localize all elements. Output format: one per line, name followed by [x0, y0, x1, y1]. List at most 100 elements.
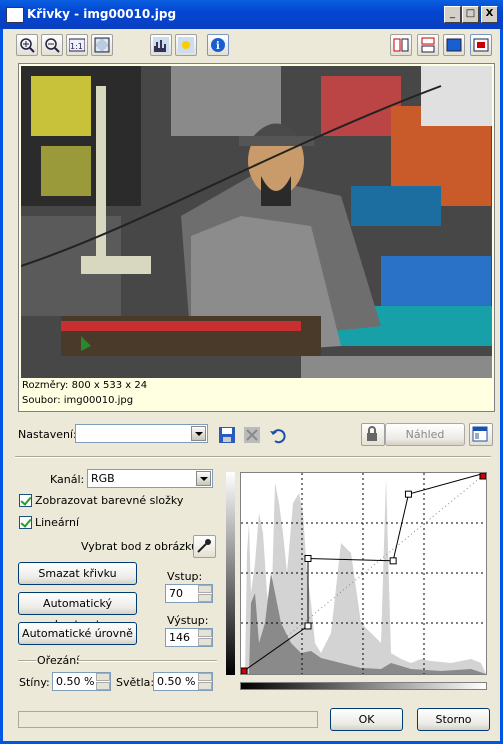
floppy-icon	[219, 427, 235, 443]
zoom-out-button[interactable]	[41, 34, 63, 56]
linear-label: Lineární	[35, 516, 80, 529]
lock-button[interactable]	[361, 423, 385, 446]
shadows-spinbox[interactable]: 0.50 %	[52, 672, 111, 691]
eyedropper-icon	[197, 539, 211, 553]
zoom-out-icon	[45, 38, 60, 53]
photo-image	[21, 66, 492, 378]
fit-window-icon	[94, 37, 110, 53]
delete-icon	[244, 427, 260, 443]
spin-down-icon[interactable]	[198, 638, 212, 646]
info-button[interactable]: i	[207, 34, 229, 56]
pick-point-button[interactable]	[193, 535, 216, 558]
window-title: Křivky - img00010.jpg	[27, 7, 177, 21]
curve-point[interactable]	[389, 557, 397, 565]
curve-point[interactable]	[304, 622, 312, 630]
maximize-button[interactable]: □	[462, 6, 479, 23]
output-gradient	[226, 472, 235, 675]
channel-label: Kanál:	[50, 473, 85, 486]
show-color-components-label: Zobrazovat barevné složky	[35, 494, 184, 507]
image-preview: Rozměry: 800 x 533 x 24 Soubor: img00010…	[18, 63, 495, 412]
spin-up-icon[interactable]	[198, 629, 212, 637]
output-label: Výstup:	[167, 614, 209, 627]
undo-settings-button[interactable]	[267, 424, 289, 446]
brightness-icon	[178, 37, 194, 53]
split-vertical-icon	[393, 38, 409, 52]
chevron-down-icon[interactable]	[191, 426, 206, 441]
spin-up-icon[interactable]	[198, 585, 212, 593]
spin-down-icon[interactable]	[96, 682, 110, 690]
channel-combo[interactable]: RGB	[87, 469, 213, 488]
curve-plot[interactable]	[241, 473, 486, 674]
pick-point-label: Vybrat bod z obrázku:	[81, 540, 202, 553]
preview-button[interactable]: Náhled	[385, 423, 465, 446]
channel-value: RGB	[91, 472, 115, 485]
clipping-label: Ořezání	[37, 654, 80, 667]
curve-point[interactable]	[404, 490, 412, 498]
split-horizontal-icon	[421, 37, 435, 53]
shadows-value: 0.50 %	[56, 675, 95, 688]
settings-label: Nastavení:	[18, 428, 77, 441]
spin-down-icon[interactable]	[198, 682, 212, 690]
spin-up-icon[interactable]	[198, 673, 212, 681]
info-icon: i	[211, 38, 225, 52]
zoom-in-button[interactable]	[16, 34, 38, 56]
title-bar[interactable]: Křivky - img00010.jpg _ □ X	[0, 0, 503, 29]
output-spinbox[interactable]: 146	[165, 628, 213, 647]
result-view-icon	[473, 38, 489, 52]
highlights-spinbox[interactable]: 0.50 %	[153, 672, 213, 691]
highlights-label: Světla:	[116, 676, 155, 689]
ok-button[interactable]: OK	[330, 708, 403, 731]
curve-point[interactable]	[304, 554, 312, 562]
split-vertical-button[interactable]	[390, 34, 412, 56]
clipping-separator-right	[77, 660, 217, 662]
settings-combo[interactable]	[75, 424, 208, 443]
spin-down-icon[interactable]	[198, 594, 212, 602]
save-settings-button[interactable]	[216, 424, 238, 446]
image-dimensions: Rozměry: 800 x 533 x 24	[22, 380, 148, 391]
actual-size-button[interactable]: 1:1	[66, 34, 88, 56]
input-gradient	[240, 682, 487, 690]
cancel-button[interactable]: Storno	[417, 708, 490, 731]
original-view-icon	[446, 38, 462, 52]
shadows-label: Stíny:	[19, 676, 50, 689]
output-value: 146	[169, 631, 190, 644]
curve-graph[interactable]	[240, 472, 487, 675]
chevron-down-icon[interactable]	[196, 471, 211, 486]
input-spinbox[interactable]: 70	[165, 584, 213, 603]
delete-settings-button[interactable]	[241, 424, 263, 446]
input-value: 70	[169, 587, 183, 600]
auto-levels-button[interactable]: Automatické úrovně	[18, 622, 137, 645]
layout-icon	[472, 426, 488, 442]
input-label: Vstup:	[167, 570, 203, 583]
undo-icon	[270, 429, 286, 444]
highlights-value: 0.50 %	[157, 675, 196, 688]
original-view-button[interactable]	[443, 34, 465, 56]
spin-up-icon[interactable]	[96, 673, 110, 681]
minimize-button[interactable]: _	[444, 6, 461, 23]
show-color-components-checkbox[interactable]	[19, 494, 32, 507]
preview-photo[interactable]	[21, 66, 492, 378]
clipping-separator-left	[18, 660, 36, 662]
histogram-icon	[153, 37, 169, 53]
linear-checkbox[interactable]	[19, 516, 32, 529]
zoom-in-icon	[20, 38, 35, 53]
curve-point[interactable]	[241, 667, 248, 674]
histogram-button[interactable]	[150, 34, 172, 56]
fit-window-button[interactable]	[91, 34, 113, 56]
actual-size-icon: 1:1	[69, 38, 85, 52]
result-view-button[interactable]	[470, 34, 492, 56]
clear-curve-button[interactable]: Smazat křivku	[18, 562, 137, 585]
app-icon	[6, 7, 24, 23]
lock-icon	[367, 426, 377, 441]
brightness-button[interactable]	[175, 34, 197, 56]
curves-dialog: Křivky - img00010.jpg _ □ X 1:1 i Rozměr…	[0, 0, 503, 744]
image-file: Soubor: img00010.jpg	[22, 395, 134, 406]
curve-point[interactable]	[479, 473, 486, 480]
svg-text:1:1: 1:1	[70, 42, 83, 51]
close-button[interactable]: X	[481, 6, 498, 23]
separator	[15, 456, 491, 458]
layout-button[interactable]	[469, 423, 493, 446]
auto-contrast-button[interactable]: Automatický kontrast	[18, 592, 137, 631]
svg-text:i: i	[216, 41, 220, 52]
split-horizontal-button[interactable]	[417, 34, 439, 56]
